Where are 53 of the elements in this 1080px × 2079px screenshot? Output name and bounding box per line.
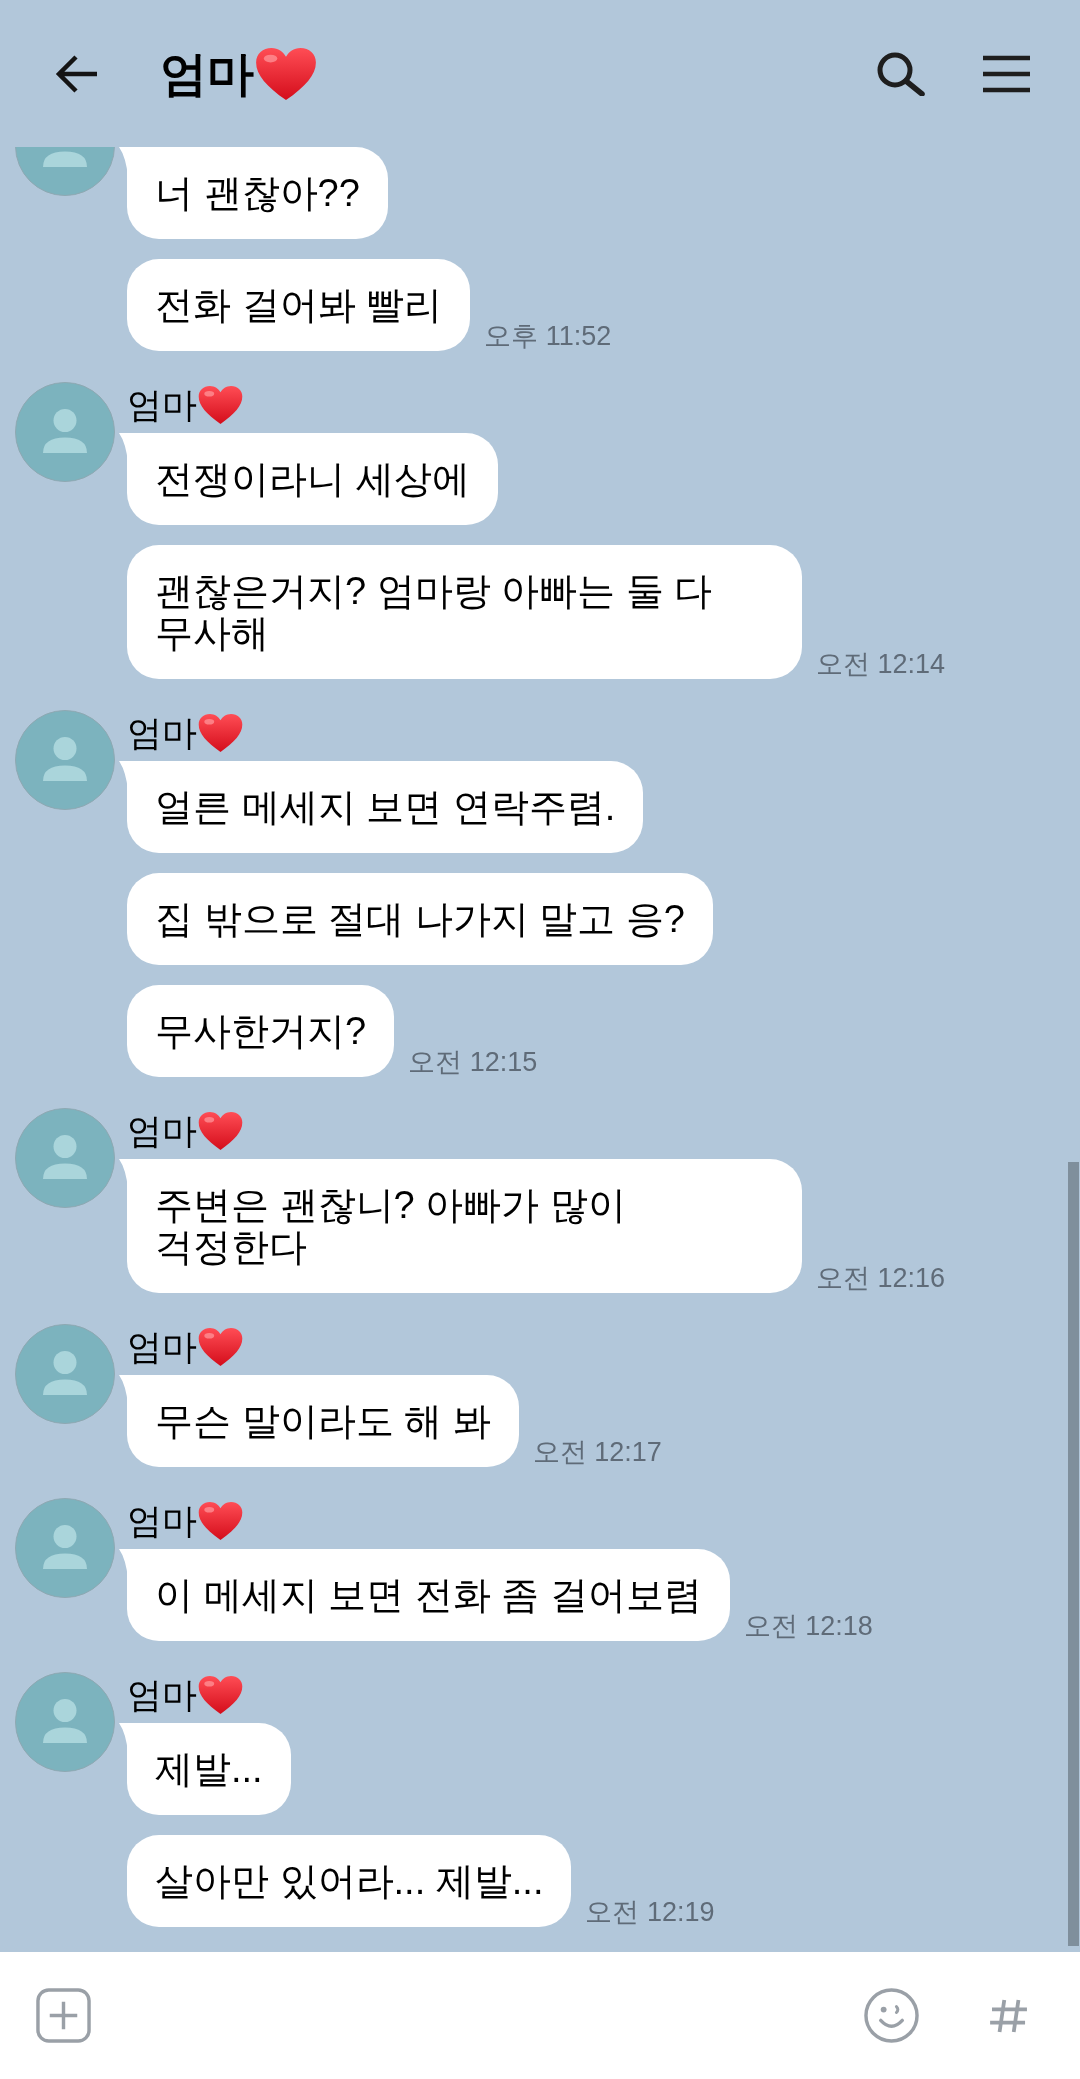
back-arrow-icon: [55, 53, 99, 94]
message-time: 오전 12:15: [408, 1047, 538, 1077]
sender-name: 엄마: [127, 1326, 197, 1368]
attach-button[interactable]: [36, 1988, 91, 2043]
avatar-icon[interactable]: [15, 147, 115, 196]
avatar-icon[interactable]: [15, 382, 115, 482]
back-button[interactable]: [55, 53, 99, 94]
message-time: 오전 12:18: [743, 1611, 873, 1641]
search-icon: [877, 51, 925, 96]
emoji-button[interactable]: [864, 1988, 919, 2043]
message-bubble: 전쟁이라니 세상에: [127, 433, 498, 525]
message-time: 오후 11:52: [484, 321, 612, 351]
message-bubble: 제발...: [127, 1723, 291, 1815]
message-bubble: 무사한거지?: [127, 985, 395, 1077]
message-time: 오전 12:19: [585, 1897, 715, 1927]
search-button[interactable]: [877, 51, 925, 96]
sender-name: 엄마: [127, 384, 197, 426]
message-bubble: 이 메세지 보면 전화 좀 걸어보렴: [127, 1549, 730, 1641]
message-bubble: 주변은 괜찮니? 아빠가 많이 걱정한다: [127, 1159, 802, 1293]
message-time: 오전 12:17: [532, 1437, 662, 1467]
menu-button[interactable]: [983, 54, 1030, 93]
message-bubble: 무슨 말이라도 해 봐: [127, 1375, 519, 1467]
scrollbar[interactable]: [1068, 1162, 1079, 1946]
sender-name: 엄마: [127, 1110, 197, 1152]
heart-icon: [198, 1501, 243, 1541]
chat-title: 엄마: [160, 45, 254, 102]
sender-name: 엄마: [127, 1500, 197, 1542]
heart-icon: [198, 1675, 243, 1715]
avatar-icon[interactable]: [15, 1672, 115, 1772]
message-bubble: 얼른 메세지 보면 연락주렴.: [127, 761, 644, 853]
message-bubble: 집 밖으로 절대 나가지 말고 응?: [127, 873, 713, 965]
heart-icon: [255, 46, 317, 101]
heart-icon: [198, 385, 243, 425]
message-bubble: 전화 걸어봐 빨리: [127, 259, 471, 351]
hashtag-button[interactable]: [990, 1998, 1028, 2033]
message-bubble: 너 괜찮아??: [127, 147, 388, 239]
message-time: 오전 12:14: [816, 649, 946, 679]
avatar-icon[interactable]: [15, 1498, 115, 1598]
message-bubble: 살아만 있어라... 제발...: [127, 1835, 572, 1927]
sender-name: 엄마: [127, 712, 197, 754]
avatar-icon[interactable]: [15, 710, 115, 810]
message-bubble: 괜찮은거지? 엄마랑 아빠는 둘 다 무사해: [127, 545, 802, 679]
hashtag-icon: [990, 1998, 1028, 2033]
heart-icon: [198, 1111, 243, 1151]
heart-icon: [198, 713, 243, 753]
menu-icon: [983, 54, 1030, 93]
message-time: 오전 12:16: [816, 1263, 946, 1293]
heart-icon: [198, 1327, 243, 1367]
plus-icon: [36, 1988, 91, 2043]
sender-name: 엄마: [127, 1674, 197, 1716]
smiley-icon: [864, 1988, 919, 2043]
avatar-icon[interactable]: [15, 1108, 115, 1208]
avatar-icon[interactable]: [15, 1324, 115, 1424]
